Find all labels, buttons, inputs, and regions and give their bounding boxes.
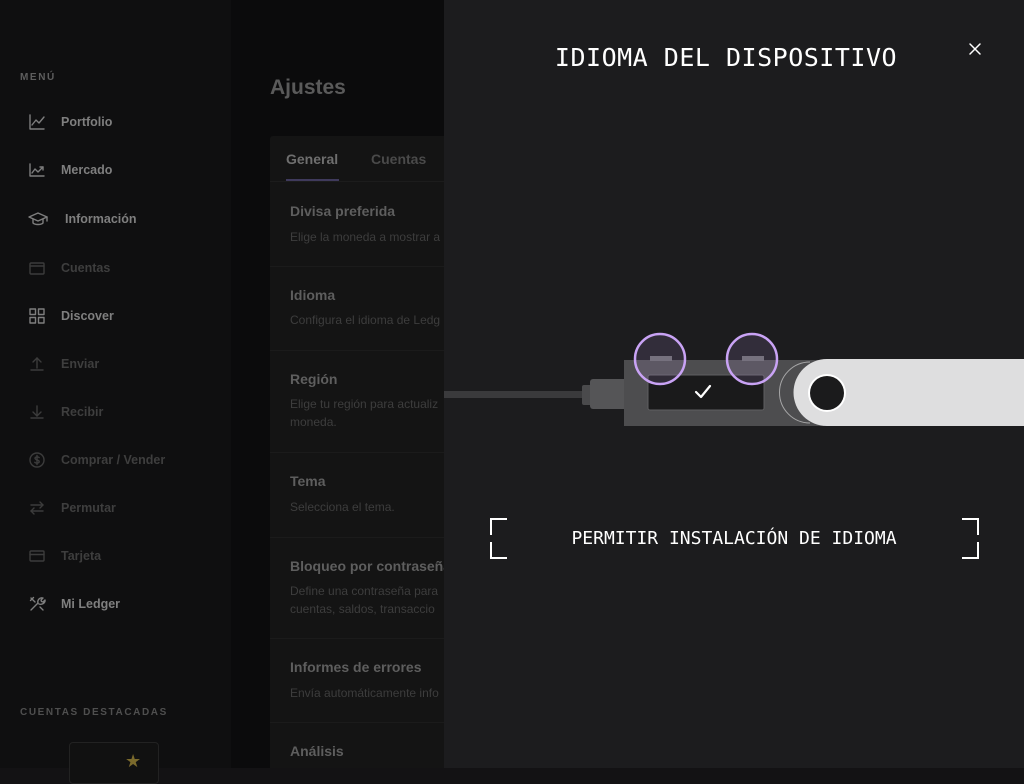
setting-tema[interactable]: Tema Selecciona el tema. — [270, 453, 444, 538]
tab-general[interactable]: General — [286, 151, 338, 167]
sidebar: MENÚ Portfolio Mercado Información Cuent… — [0, 0, 231, 768]
star-icon: ★ — [125, 752, 141, 770]
sidebar-item-label: Discover — [61, 309, 114, 323]
setting-title: Tema — [290, 473, 326, 489]
sidebar-item-label: Tarjeta — [61, 549, 101, 563]
setting-description: Selecciona el tema. — [290, 498, 395, 516]
usb-connector — [590, 379, 628, 409]
sidebar-item-label: Recibir — [61, 405, 103, 419]
setting-description: Envía automáticamente info — [290, 684, 439, 702]
starred-accounts-title: CUENTAS DESTACADAS — [20, 707, 168, 718]
menu-title: MENÚ — [20, 72, 56, 83]
sidebar-item-label: Mercado — [61, 163, 112, 177]
sidebar-item-label: Información — [65, 212, 137, 226]
page-title: Ajustes — [270, 76, 346, 100]
market-chart-icon — [28, 161, 46, 179]
setting-description: Elige la moneda a mostrar a — [290, 228, 440, 246]
setting-title: Bloqueo por contraseña — [290, 558, 444, 574]
close-button[interactable] — [966, 40, 984, 58]
setting-title: Idioma — [290, 287, 335, 303]
usb-cable — [444, 391, 590, 398]
sidebar-item-permutar[interactable]: Permutar — [28, 496, 116, 520]
device-language-drawer: IDIOMA DEL DISPOSITIVO PERMITIR INSTALAC… — [444, 0, 1024, 768]
grid-icon — [28, 307, 46, 325]
instruction-text: PERMITIR INSTALACIÓN DE IDIOMA — [489, 528, 979, 549]
setting-divisa[interactable]: Divisa preferida Elige la moneda a mostr… — [270, 182, 444, 267]
ledger-device-illustration — [444, 330, 1024, 440]
sidebar-item-tarjeta[interactable]: Tarjeta — [28, 544, 101, 568]
chart-line-icon — [28, 113, 46, 131]
setting-title: Región — [290, 371, 337, 387]
settings-panel: General Cuentas Divisa preferida Elige l… — [270, 136, 444, 768]
setting-description: Define una contraseña para — [290, 582, 438, 600]
sidebar-item-label: Mi Ledger — [61, 597, 120, 611]
graduation-cap-icon — [28, 210, 48, 228]
setting-description-line2: cuentas, saldos, transaccio — [290, 600, 435, 618]
sidebar-item-recibir[interactable]: Recibir — [28, 400, 103, 424]
dollar-circle-icon — [28, 451, 46, 469]
drawer-title: IDIOMA DEL DISPOSITIVO — [444, 43, 1008, 72]
sidebar-item-label: Permutar — [61, 501, 116, 515]
instruction-frame: PERMITIR INSTALACIÓN DE IDIOMA — [489, 517, 979, 559]
upload-arrow-icon — [28, 355, 46, 373]
card-icon — [28, 547, 46, 565]
setting-informes[interactable]: Informes de errores Envía automáticament… — [270, 639, 444, 723]
sidebar-item-portfolio[interactable]: Portfolio — [28, 110, 112, 134]
right-button-highlight — [727, 334, 777, 384]
setting-bloqueo[interactable]: Bloqueo por contraseña Define una contra… — [270, 538, 444, 639]
sidebar-item-label: Comprar / Vender — [61, 453, 165, 467]
download-arrow-icon — [28, 403, 46, 421]
setting-description: Elige tu región para actualiz — [290, 395, 438, 413]
sidebar-item-cuentas[interactable]: Cuentas — [28, 256, 110, 280]
tab-cuentas[interactable]: Cuentas — [371, 151, 426, 167]
sidebar-item-mercado[interactable]: Mercado — [28, 158, 112, 182]
tools-icon — [28, 595, 46, 613]
sidebar-item-informacion[interactable]: Información — [28, 207, 137, 231]
sidebar-item-label: Cuentas — [61, 261, 110, 275]
wallet-icon — [28, 259, 46, 277]
setting-description: Configura el idioma de Ledg — [290, 311, 440, 329]
close-icon — [966, 40, 984, 58]
swivel-hole — [810, 376, 844, 410]
setting-description-line2: moneda. — [290, 413, 337, 431]
settings-page: Ajustes General Cuentas Divisa preferida… — [231, 0, 444, 768]
sidebar-item-enviar[interactable]: Enviar — [28, 352, 99, 376]
starred-account-card[interactable] — [69, 742, 159, 784]
swap-arrows-icon — [28, 499, 46, 517]
setting-title: Informes de errores — [290, 659, 422, 675]
setting-title: Análisis — [290, 743, 344, 759]
setting-idioma[interactable]: Idioma Configura el idioma de Ledg — [270, 267, 444, 351]
sidebar-item-discover[interactable]: Discover — [28, 304, 114, 328]
sidebar-item-label: Enviar — [61, 357, 99, 371]
sidebar-item-mi-ledger[interactable]: Mi Ledger — [28, 592, 120, 616]
sidebar-item-label: Portfolio — [61, 115, 112, 129]
setting-analisis[interactable]: Análisis — [270, 723, 444, 768]
setting-region[interactable]: Región Elige tu región para actualiz mon… — [270, 351, 444, 453]
sidebar-item-comprar-vender[interactable]: Comprar / Vender — [28, 448, 165, 472]
left-button-highlight — [635, 334, 685, 384]
setting-title: Divisa preferida — [290, 203, 395, 219]
